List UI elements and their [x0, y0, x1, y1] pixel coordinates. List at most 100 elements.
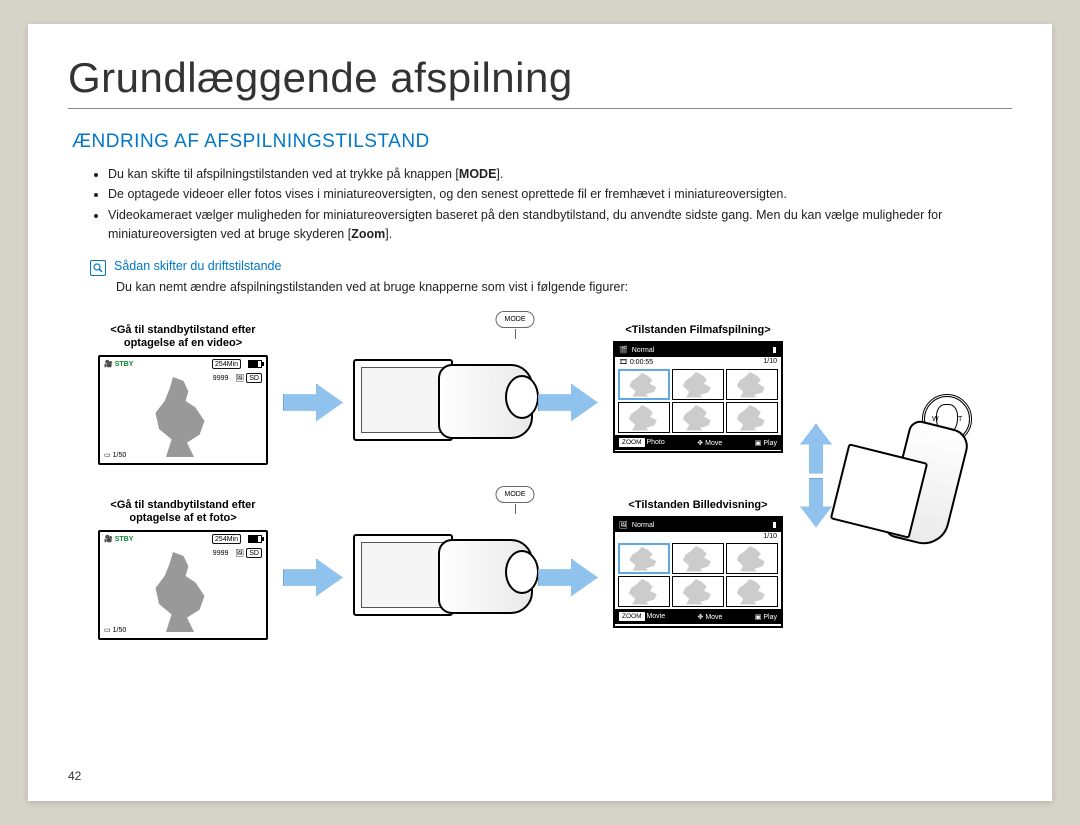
bullet-text: Videokameraet vælger muligheden for mini…	[108, 208, 942, 241]
battery-icon	[763, 521, 777, 529]
figure-caption: <Tilstanden Billedvisning>	[613, 499, 783, 513]
thumbnail	[726, 543, 778, 574]
arrow-up-icon	[800, 424, 832, 474]
photo-icon: 🖼	[235, 374, 244, 382]
bullet-item: Videokameraet vælger muligheden for mini…	[108, 206, 1012, 245]
thumbnail	[618, 369, 670, 400]
silhouette-icon	[145, 377, 215, 457]
page-indicator: 1/10	[763, 533, 777, 540]
mode-button-label: MODE	[496, 486, 535, 503]
duration: 0:00:55	[630, 359, 653, 366]
sd-icon: SD	[246, 548, 262, 558]
manual-page: Grundlæggende afspilning ÆNDRING AF AFSP…	[28, 24, 1052, 801]
figure-area: <Gå til standbytilstand efter optagelse …	[68, 324, 1012, 694]
thumbnail	[672, 402, 724, 433]
arrow-up-down-group	[800, 424, 832, 528]
joystick-icon: ✥	[697, 614, 703, 621]
bullet-list: Du kan skifte til afspilningstilstanden …	[108, 165, 1012, 245]
camera-back-illustration: W T	[838, 394, 988, 554]
camera-illustration: MODE	[353, 359, 533, 449]
lcd-screen-photo-standby: 🎥 STBY 254Min 9999 🖼 SD ▭ 1/50	[98, 530, 268, 640]
play-icon: ▣	[755, 440, 762, 447]
aspect-icon: ▭	[104, 626, 111, 634]
record-icon: 🎥	[104, 535, 113, 543]
thumbnail	[672, 576, 724, 607]
photo-label: Photo	[646, 439, 664, 446]
time-remaining: 254Min	[212, 534, 241, 544]
figure-caption: <Gå til standbytilstand efter optagelse …	[98, 499, 268, 527]
figure-caption: <Gå til standbytilstand efter optagelse …	[98, 324, 268, 352]
thumbnail	[618, 402, 670, 433]
thumbnail	[726, 576, 778, 607]
page-number: 42	[68, 769, 81, 783]
lcd-screen-video-standby: 🎥 STBY 254Min 9999 🖼 SD ▭ 1/50	[98, 355, 268, 465]
pointer-line-icon	[515, 329, 516, 339]
stby-label: STBY	[115, 536, 134, 543]
magnifier-icon	[90, 260, 106, 276]
film-icon: 🎞	[619, 359, 628, 366]
mode-button-label: MODE	[496, 311, 535, 328]
time-remaining: 254Min	[212, 359, 241, 369]
zoom-badge: ZOOM	[619, 438, 645, 447]
sd-icon: SD	[246, 373, 262, 383]
camera-illustration: MODE	[353, 534, 533, 624]
thumbnail-grid	[615, 367, 781, 435]
lcd-screen-photo-playback: 🖼 Normal 1/10 ZO	[613, 516, 783, 628]
stby-label: STBY	[115, 361, 134, 368]
bullet-text: Du kan skifte til afspilningstilstanden …	[108, 167, 459, 181]
move-label: Move	[705, 614, 722, 621]
page-indicator: 1/10	[763, 358, 777, 366]
counter: 9999	[213, 550, 229, 557]
photo-mode-icon: 🖼	[619, 521, 628, 529]
arrow-right-icon	[283, 384, 343, 422]
zoom-badge: ZOOM	[619, 612, 645, 621]
photo-icon: 🖼	[235, 549, 244, 557]
thumbnail	[672, 543, 724, 574]
bullet-item: De optagede videoer eller fotos vises i …	[108, 185, 1012, 204]
thumbnail	[618, 576, 670, 607]
battery-icon	[248, 360, 262, 368]
play-label: Play	[763, 614, 777, 621]
battery-icon	[248, 535, 262, 543]
normal-label: Normal	[632, 522, 655, 529]
joystick-icon: ✥	[697, 440, 703, 447]
thumbnail	[726, 369, 778, 400]
normal-label: Normal	[632, 347, 655, 354]
section-heading: ÆNDRING AF AFSPILNINGSTILSTAND	[72, 131, 1012, 153]
counter: 9999	[213, 375, 229, 382]
ratio: 1/50	[113, 627, 127, 634]
pointer-line-icon	[515, 504, 516, 514]
lcd-screen-movie-playback: 🎬 Normal 🎞 0:00:55 1/10	[613, 341, 783, 453]
bullet-item: Du kan skifte til afspilningstilstanden …	[108, 165, 1012, 184]
camera-lens-icon	[505, 375, 539, 419]
aspect-icon: ▭	[104, 451, 111, 459]
callout-title: Sådan skifter du driftstilstande	[114, 259, 281, 273]
arrow-down-icon	[800, 478, 832, 528]
bullet-text: ].	[385, 227, 392, 241]
record-icon: 🎥	[104, 360, 113, 368]
t-label: T	[958, 416, 962, 423]
thumbnail	[726, 402, 778, 433]
page-title: Grundlæggende afspilning	[68, 54, 1012, 109]
bullet-text: ].	[496, 167, 503, 181]
mode-keyword: MODE	[459, 167, 497, 181]
arrow-right-icon	[538, 384, 598, 422]
movie-mode-icon: 🎬	[619, 346, 628, 354]
zoom-keyword: Zoom	[351, 227, 385, 241]
movie-label: Movie	[646, 613, 665, 620]
figure-caption: <Tilstanden Filmafspilning>	[613, 324, 783, 338]
silhouette-icon	[145, 552, 215, 632]
ratio: 1/50	[113, 452, 127, 459]
battery-icon	[763, 346, 777, 354]
thumbnail-grid	[615, 541, 781, 609]
w-label: W	[932, 416, 939, 423]
callout-body: Du kan nemt ændre afspilningstilstanden …	[116, 280, 1012, 294]
play-label: Play	[763, 440, 777, 447]
move-label: Move	[705, 440, 722, 447]
callout-row: Sådan skifter du driftstilstande	[90, 259, 1012, 276]
arrow-right-icon	[538, 559, 598, 597]
thumbnail	[618, 543, 670, 574]
arrow-right-icon	[283, 559, 343, 597]
camera-lens-icon	[505, 550, 539, 594]
play-icon: ▣	[755, 614, 762, 621]
